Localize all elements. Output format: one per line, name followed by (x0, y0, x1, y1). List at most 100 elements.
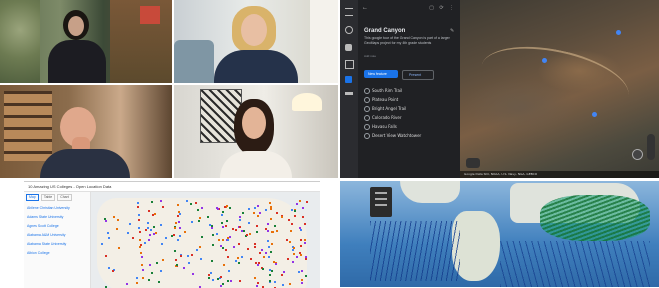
map-marker[interactable] (228, 270, 231, 273)
map-marker[interactable] (177, 239, 180, 241)
map-marker[interactable] (177, 204, 180, 207)
map-marker[interactable] (206, 216, 209, 219)
map-marker[interactable] (300, 253, 303, 256)
map-marker[interactable] (113, 216, 116, 219)
present-button[interactable]: Present (402, 70, 434, 80)
layer-panel[interactable] (370, 187, 392, 217)
map-marker[interactable] (151, 271, 154, 274)
map-marker[interactable] (199, 245, 202, 248)
map-marker[interactable] (140, 256, 143, 259)
map-marker[interactable] (298, 200, 301, 203)
video-tile-participant-3[interactable] (0, 85, 172, 178)
map-marker[interactable] (152, 226, 155, 229)
screenshare-google-earth[interactable]: ← ▢ ⟳ ⋮ Grand Canyon ✎ This google tour … (340, 0, 659, 178)
map-marker[interactable] (225, 249, 228, 252)
map-marker[interactable] (253, 211, 256, 214)
map-marker[interactable] (220, 213, 223, 216)
map-marker[interactable] (248, 222, 251, 225)
list-item[interactable]: Desert View Watchtower (364, 131, 454, 140)
map-marker[interactable] (212, 278, 215, 281)
map-marker[interactable] (286, 257, 289, 260)
map-marker[interactable] (190, 202, 193, 205)
map-pin-icon[interactable] (592, 112, 597, 117)
street-view-icon[interactable] (466, 158, 480, 168)
map-marker[interactable] (268, 273, 271, 276)
video-tile-participant-1[interactable] (0, 0, 172, 83)
map-marker[interactable] (151, 201, 154, 204)
map-marker[interactable] (299, 228, 302, 231)
tab-table[interactable]: Table (40, 194, 56, 201)
map-marker[interactable] (301, 278, 304, 281)
map-marker[interactable] (139, 239, 142, 242)
map-marker[interactable] (221, 211, 224, 213)
map-marker[interactable] (280, 215, 283, 218)
list-item[interactable]: Plateau Point (364, 95, 454, 104)
map-marker[interactable] (164, 236, 167, 239)
map-marker[interactable] (183, 267, 186, 270)
map-marker[interactable] (201, 206, 204, 209)
map-marker[interactable] (147, 227, 150, 230)
map-marker[interactable] (268, 256, 271, 259)
map-marker[interactable] (178, 227, 181, 230)
map-marker[interactable] (304, 257, 307, 260)
us-map[interactable] (91, 192, 320, 288)
earth-3d-map[interactable]: Google Data SIO, NOAA, U.S. Navy, NGA, G… (460, 0, 659, 178)
map-marker[interactable] (276, 211, 279, 214)
map-marker[interactable] (147, 239, 150, 242)
map-marker[interactable] (287, 219, 290, 222)
map-marker[interactable] (156, 262, 159, 265)
map-marker[interactable] (173, 249, 176, 252)
map-marker[interactable] (305, 201, 308, 204)
map-marker[interactable] (208, 223, 211, 226)
map-marker[interactable] (184, 231, 187, 234)
map-marker[interactable] (187, 254, 190, 257)
map-marker[interactable] (208, 276, 211, 279)
voyager-icon[interactable] (345, 44, 352, 51)
map-marker[interactable] (298, 226, 301, 229)
map-marker[interactable] (238, 216, 241, 219)
map-marker[interactable] (224, 205, 227, 208)
map-marker[interactable] (239, 280, 242, 283)
map-marker[interactable] (139, 243, 142, 246)
map-marker[interactable] (138, 231, 141, 234)
map-marker[interactable] (175, 221, 178, 224)
map-marker[interactable] (302, 207, 305, 210)
list-item[interactable]: Albion College (27, 251, 87, 260)
tab-map[interactable]: Map (26, 194, 39, 201)
map-marker[interactable] (246, 247, 249, 250)
map-marker[interactable] (236, 257, 239, 260)
map-marker[interactable] (289, 283, 292, 286)
map-marker[interactable] (148, 210, 151, 213)
map-marker[interactable] (195, 202, 198, 205)
map-marker[interactable] (180, 254, 183, 257)
map-marker[interactable] (250, 257, 253, 260)
map-marker[interactable] (292, 252, 295, 255)
map-marker[interactable] (161, 259, 164, 262)
map-marker[interactable] (269, 251, 272, 254)
map-marker[interactable] (199, 217, 202, 220)
map-marker[interactable] (132, 236, 135, 239)
map-marker[interactable] (264, 251, 267, 254)
map-marker[interactable] (198, 220, 201, 223)
map-marker[interactable] (136, 206, 139, 209)
list-item[interactable]: Colorado River (364, 113, 454, 122)
map-marker[interactable] (232, 227, 235, 230)
map-marker[interactable] (136, 201, 139, 204)
map-marker[interactable] (269, 202, 272, 205)
map-marker[interactable] (271, 243, 274, 246)
map-marker[interactable] (269, 208, 272, 211)
map-marker[interactable] (107, 231, 110, 234)
map-marker[interactable] (211, 233, 214, 236)
map-marker[interactable] (227, 255, 230, 258)
map-marker[interactable] (217, 277, 220, 280)
map-marker[interactable] (126, 232, 129, 235)
map-marker[interactable] (226, 238, 229, 241)
list-item[interactable]: South Rim Trail (364, 86, 454, 95)
map-marker[interactable] (108, 266, 111, 269)
map-marker[interactable] (232, 246, 235, 249)
map-marker[interactable] (265, 209, 268, 212)
map-marker[interactable] (283, 271, 286, 274)
map-marker[interactable] (237, 242, 240, 245)
map-marker[interactable] (238, 262, 241, 265)
map-marker[interactable] (274, 280, 277, 283)
